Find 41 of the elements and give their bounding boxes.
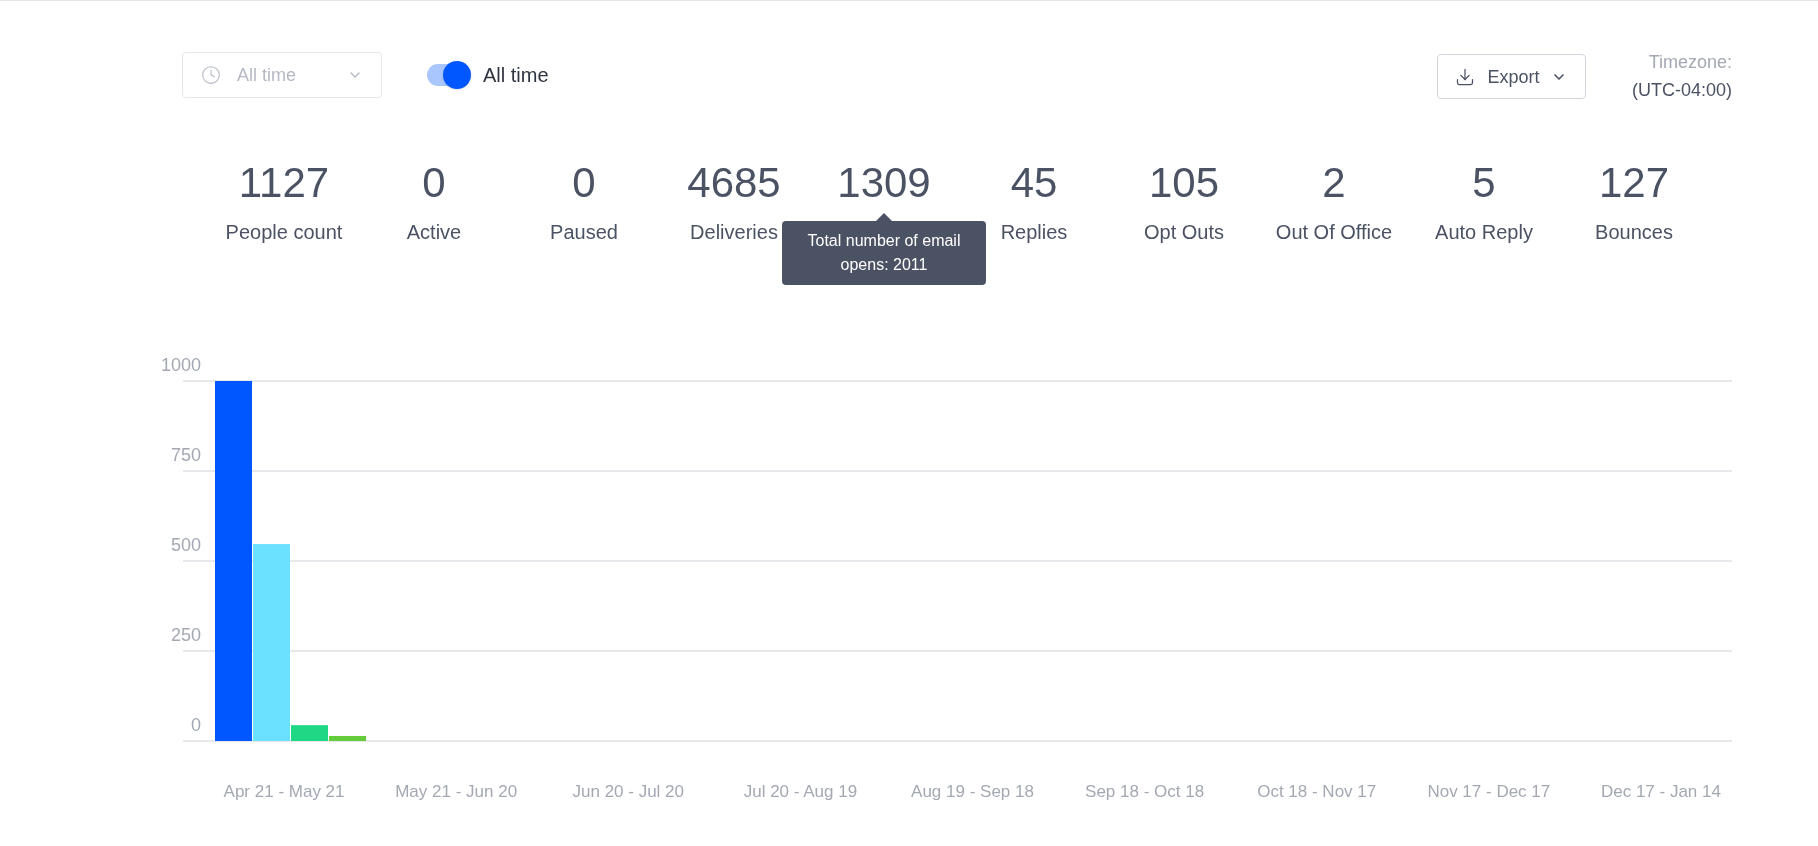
x-tick-label: Sep 18 - Oct 18	[1085, 782, 1205, 801]
stat-value: 1127	[238, 158, 330, 208]
stat-value: 4685	[687, 158, 781, 208]
x-tick-label: May 21 - Jun 20	[395, 782, 518, 801]
y-tick-label: 1000	[160, 355, 201, 375]
x-tick-label: Jun 20 - Jul 20	[572, 782, 685, 801]
toggle-label: All time	[483, 63, 549, 88]
x-tick-label: Oct 18 - Nov 17	[1257, 782, 1377, 801]
stat-label: Opt Outs	[1144, 220, 1224, 245]
stat-value: 0	[422, 158, 446, 208]
stat-value: 127	[1598, 158, 1670, 208]
x-tick-label: Jul 20 - Aug 19	[743, 782, 858, 801]
toggle-switch[interactable]	[427, 61, 471, 89]
stat-value: 45	[1010, 158, 1058, 208]
x-tick-label: Apr 21 - May 21	[223, 782, 345, 801]
x-tick-label: Aug 19 - Sep 18	[911, 782, 1034, 801]
y-tick-label: 0	[191, 715, 201, 735]
stat-value: 1309	[837, 158, 931, 208]
x-tick-label: Dec 17 - Jan 14	[1600, 782, 1721, 801]
stat-value: 2	[1322, 158, 1346, 208]
stat-value: 0	[572, 158, 596, 208]
timezone-label: Timezone:	[1648, 51, 1732, 74]
timezone-value: (UTC-04:00)	[1631, 79, 1732, 102]
clock-icon	[201, 65, 221, 85]
stat-label: Out Of Office	[1275, 220, 1393, 245]
stat-label: Paused	[550, 220, 618, 245]
tooltip: Total number of email opens: 2011	[782, 213, 986, 285]
stat-label: Auto Reply	[1435, 220, 1533, 245]
export-button[interactable]: Export	[1436, 54, 1586, 99]
stat-label: Bounces	[1595, 220, 1673, 245]
stat-label: Replies	[1000, 220, 1068, 245]
stat-label: Deliveries	[690, 220, 778, 245]
x-tick-label: Nov 17 - Dec 17	[1427, 782, 1551, 801]
stat-label: Active	[406, 220, 462, 245]
y-tick-label: 250	[170, 625, 201, 645]
y-tick-label: 750	[170, 445, 201, 465]
stat-value: 5	[1472, 158, 1496, 208]
stat-value: 105	[1148, 158, 1220, 208]
download-icon	[1455, 66, 1476, 87]
stat-label: People count	[225, 220, 343, 245]
y-tick-label: 500	[170, 535, 201, 555]
